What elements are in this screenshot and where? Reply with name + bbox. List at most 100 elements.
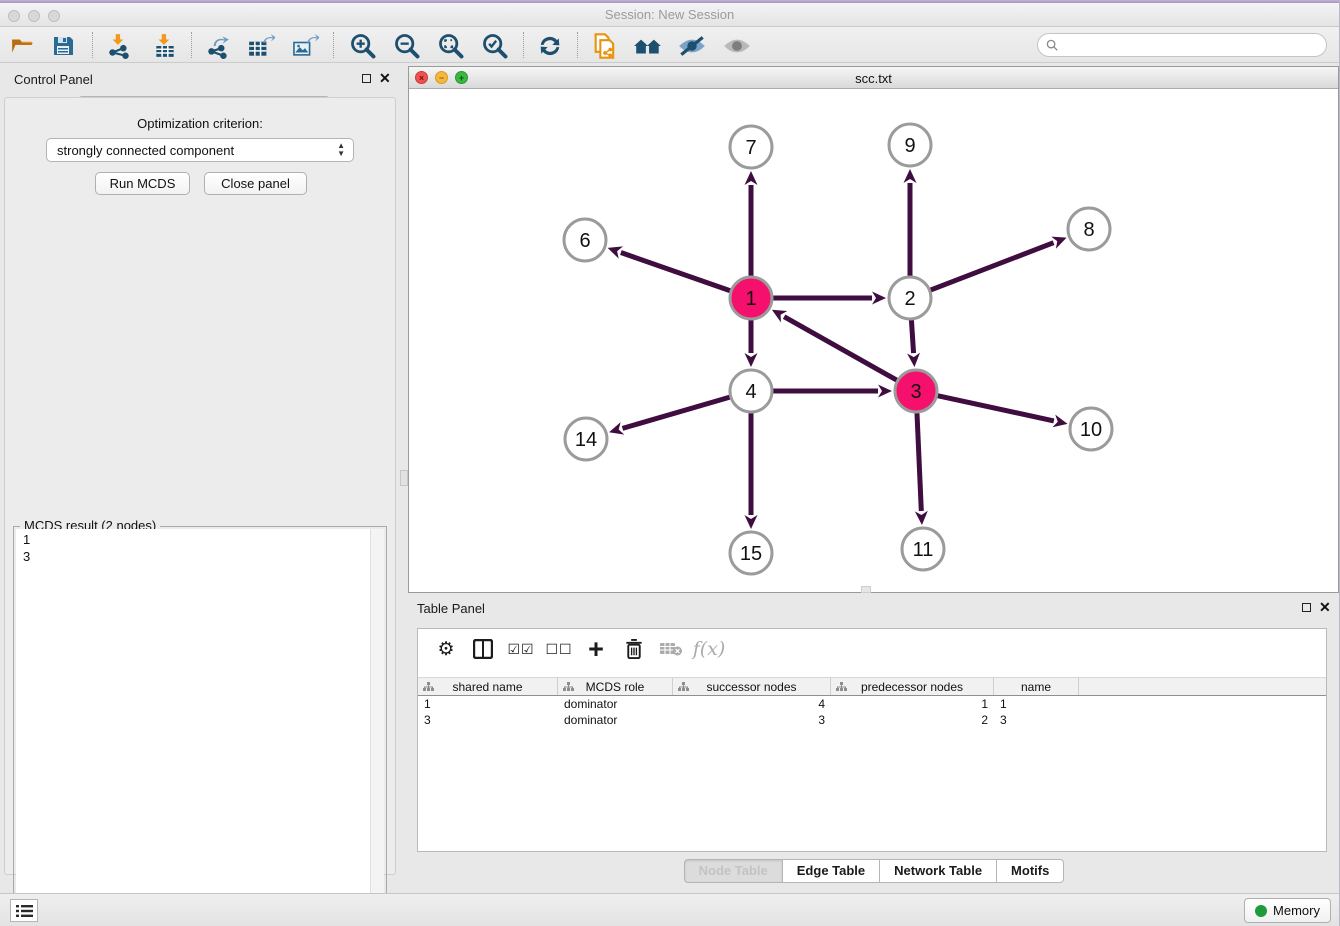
save-session-icon[interactable] bbox=[48, 31, 78, 61]
column-header-shared-name[interactable]: shared name bbox=[418, 678, 558, 695]
column-settings-gear-icon[interactable]: ⚙ bbox=[431, 634, 461, 664]
graph-node-label-6: 6 bbox=[579, 230, 590, 252]
graph-node-label-8: 8 bbox=[1083, 219, 1094, 241]
graph-node-label-10: 10 bbox=[1080, 419, 1102, 441]
search-field[interactable] bbox=[1037, 33, 1327, 57]
cell-name[interactable]: 1 bbox=[994, 696, 1079, 712]
cell-shared-name[interactable]: 1 bbox=[418, 696, 558, 712]
cell-predecessor-nodes[interactable]: 2 bbox=[831, 712, 994, 728]
open-session-icon[interactable] bbox=[8, 31, 38, 61]
column-header-name[interactable]: name bbox=[994, 678, 1079, 695]
arrowhead-1-7 bbox=[745, 171, 758, 185]
graph-node-label-11: 11 bbox=[913, 539, 934, 561]
edge-2-8[interactable] bbox=[931, 243, 1054, 290]
run-mcds-button[interactable]: Run MCDS bbox=[95, 172, 190, 195]
close-panel-icon[interactable]: ✕ bbox=[379, 70, 391, 87]
table-close-icon[interactable]: ✕ bbox=[1319, 599, 1331, 616]
hide-selected-icon[interactable] bbox=[677, 31, 707, 61]
first-neighbors-icon[interactable] bbox=[633, 31, 663, 61]
export-network-icon[interactable] bbox=[203, 31, 233, 61]
graph-node-label-4: 4 bbox=[745, 381, 756, 403]
column-header-successor-nodes[interactable]: successor nodes bbox=[673, 678, 831, 695]
main-toolbar bbox=[0, 27, 1339, 63]
delete-table-icon[interactable] bbox=[656, 634, 686, 664]
tab-node-table[interactable]: Node Table bbox=[684, 859, 783, 883]
control-panel-title: Control Panel bbox=[14, 72, 93, 87]
cell-successor-nodes[interactable]: 4 bbox=[673, 696, 831, 712]
cell-MCDS-role[interactable]: dominator bbox=[558, 712, 673, 728]
task-history-button[interactable] bbox=[10, 899, 38, 922]
mcds-result-groupbox: MCDS result (2 nodes) 1 3 bbox=[13, 526, 387, 902]
toolbar-separator bbox=[523, 32, 524, 58]
arrowhead-4-15 bbox=[745, 515, 758, 529]
close-panel-button[interactable]: Close panel bbox=[204, 172, 307, 195]
clone-network-icon[interactable] bbox=[590, 31, 620, 61]
select-all-checkboxes-icon[interactable]: ☑☑ bbox=[506, 634, 536, 664]
zoom-out-icon[interactable] bbox=[392, 31, 422, 61]
import-network-icon[interactable] bbox=[104, 31, 134, 61]
refresh-icon[interactable] bbox=[535, 31, 565, 61]
cell-name[interactable]: 3 bbox=[994, 712, 1079, 728]
table-row[interactable]: 1dominator411 bbox=[418, 696, 1326, 712]
control-panel: Control Panel ✕ NetworkStyleSelectMCDS O… bbox=[0, 66, 400, 880]
memory-label: Memory bbox=[1273, 903, 1320, 918]
edge-4-14[interactable] bbox=[622, 397, 729, 428]
graph-node-label-2: 2 bbox=[904, 288, 915, 310]
network-graph-canvas[interactable]: 7968124314101511 bbox=[409, 89, 1338, 592]
export-image-icon[interactable] bbox=[290, 31, 320, 61]
cell-MCDS-role[interactable]: dominator bbox=[558, 696, 673, 712]
delete-trash-icon[interactable] bbox=[619, 634, 649, 664]
edge-3-11[interactable] bbox=[917, 413, 921, 511]
import-table-icon[interactable] bbox=[150, 31, 180, 61]
edge-3-10[interactable] bbox=[937, 396, 1053, 421]
arrowhead-1-4 bbox=[745, 353, 758, 367]
table-float-icon[interactable] bbox=[1302, 603, 1311, 612]
column-header-predecessor-nodes[interactable]: predecessor nodes bbox=[831, 678, 994, 695]
deselect-all-checkboxes-icon[interactable]: ☐☐ bbox=[544, 634, 574, 664]
table-row[interactable]: 3dominator323 bbox=[418, 712, 1326, 728]
network-view-window: × − + scc.txt 7968124314101511 bbox=[408, 66, 1339, 593]
edge-3-1[interactable] bbox=[784, 317, 897, 381]
chevron-updown-icon: ▲▼ bbox=[337, 142, 345, 158]
zoom-selected-icon[interactable] bbox=[480, 31, 510, 61]
node-table[interactable]: shared nameMCDS rolesuccessor nodesprede… bbox=[418, 677, 1326, 728]
add-column-plus-icon[interactable]: + bbox=[581, 634, 611, 664]
toolbar-separator bbox=[577, 32, 578, 58]
arrowhead-1-6 bbox=[608, 246, 623, 258]
show-all-icon[interactable] bbox=[722, 31, 752, 61]
search-input[interactable] bbox=[1059, 38, 1326, 52]
zoom-in-icon[interactable] bbox=[348, 31, 378, 61]
cell-shared-name[interactable]: 3 bbox=[418, 712, 558, 728]
optimization-criterion-dropdown[interactable]: strongly connected component ▲▼ bbox=[46, 138, 354, 162]
float-panel-icon[interactable] bbox=[362, 74, 371, 83]
memory-button[interactable]: Memory bbox=[1244, 898, 1331, 923]
cell-successor-nodes[interactable]: 3 bbox=[673, 712, 831, 728]
application-window: Session: New Session bbox=[0, 0, 1340, 926]
tab-edge-table[interactable]: Edge Table bbox=[783, 859, 880, 883]
graph-node-label-15: 15 bbox=[740, 543, 762, 565]
arrowhead-4-14 bbox=[609, 422, 624, 434]
result-scrollbar[interactable] bbox=[370, 529, 384, 899]
column-header-MCDS-role[interactable]: MCDS role bbox=[558, 678, 673, 695]
zoom-fit-icon[interactable] bbox=[436, 31, 466, 61]
panel-divider-grip[interactable] bbox=[861, 586, 871, 593]
arrowhead-3-10 bbox=[1052, 415, 1067, 428]
status-bar: Memory bbox=[0, 893, 1339, 926]
optimization-criterion-label: Optimization criterion: bbox=[5, 116, 395, 131]
tab-motifs[interactable]: Motifs bbox=[997, 859, 1064, 883]
edge-2-3[interactable] bbox=[911, 320, 913, 353]
arrowhead-4-3 bbox=[878, 385, 892, 398]
mcds-result-text[interactable]: 1 3 bbox=[16, 529, 370, 899]
tab-network-table[interactable]: Network Table bbox=[880, 859, 997, 883]
split-panel-icon[interactable] bbox=[468, 634, 498, 664]
export-table-icon[interactable] bbox=[246, 31, 276, 61]
arrowhead-2-9 bbox=[904, 169, 917, 183]
search-icon bbox=[1046, 39, 1059, 52]
panel-divider-grip[interactable] bbox=[400, 470, 408, 486]
graph-node-label-7: 7 bbox=[745, 137, 756, 159]
edge-1-6[interactable] bbox=[621, 253, 730, 291]
toolbar-separator bbox=[92, 32, 93, 58]
arrowhead-2-3 bbox=[907, 353, 920, 367]
cell-predecessor-nodes[interactable]: 1 bbox=[831, 696, 994, 712]
function-builder-fx-icon[interactable]: f(x) bbox=[694, 634, 724, 664]
